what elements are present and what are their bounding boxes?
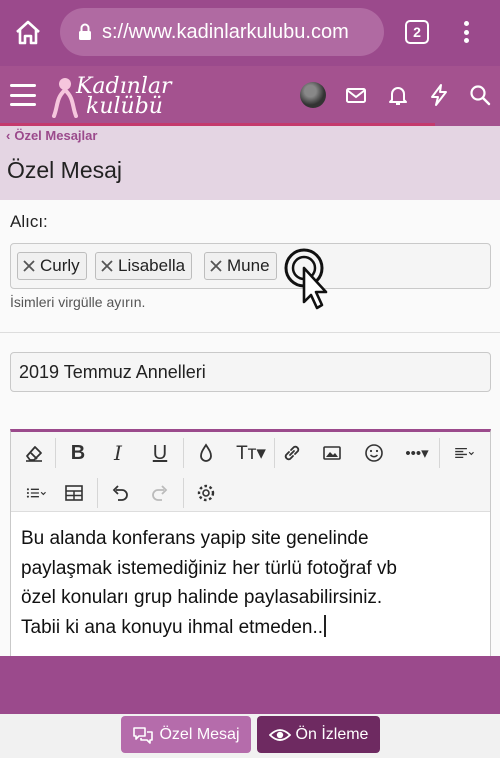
toolbar-separator: [55, 438, 56, 468]
site-logo[interactable]: Kadınlar kulübü: [50, 72, 180, 122]
editor-content[interactable]: Bu alanda konferans yapip site genelinde…: [21, 524, 481, 642]
chevron-left-icon: ‹: [6, 128, 11, 143]
image-icon[interactable]: [317, 438, 347, 468]
subject-input[interactable]: 2019 Temmuz Annelleri: [10, 352, 491, 392]
lock-icon: [79, 23, 91, 40]
list-icon[interactable]: [17, 478, 55, 508]
keyboard-overlay-band: [0, 656, 500, 714]
text-color-icon[interactable]: [191, 438, 221, 468]
editor-line: Tabii ki ana konuyu ihmal etmeden..: [21, 616, 324, 638]
editor-line: Bu alanda konferans yapip site genelinde: [21, 528, 369, 549]
recipient-label: Alıcı:: [10, 212, 48, 231]
editor-toolbar: B I U Tт▾ •••▾: [11, 432, 490, 512]
editor-line: özel konuları grup halinde paylasabilirs…: [21, 587, 383, 608]
editor-line: paylaşmak istemediğiniz her türlü fotoğr…: [21, 557, 397, 579]
recipient-name: Mune: [227, 256, 270, 275]
toolbar-separator: [183, 478, 184, 508]
remove-recipient-icon[interactable]: [22, 259, 36, 273]
browser-toolbar: s://www.kadinlarkulubu.com 2: [0, 0, 500, 66]
toolbar-separator: [274, 438, 275, 468]
remove-recipient-icon[interactable]: [209, 259, 223, 273]
message-editor: B I U Tт▾ •••▾ Bu alanda konferans yapip…: [10, 429, 491, 659]
table-icon[interactable]: [59, 478, 89, 508]
breadcrumb[interactable]: ‹ Özel Mesajlar: [6, 128, 97, 143]
recipient-hint: İsimleri virgülle ayırın.: [10, 294, 146, 310]
eraser-icon[interactable]: [19, 438, 49, 468]
eye-icon: [268, 728, 291, 741]
recipient-chip[interactable]: Mune: [204, 252, 277, 280]
recipient-chip[interactable]: Curly: [17, 252, 87, 280]
url-text: s://www.kadinlarkulubu.com: [102, 20, 349, 43]
recipient-input[interactable]: Curly Lisabella Mune: [10, 243, 491, 289]
lightning-icon[interactable]: [427, 83, 451, 107]
home-icon[interactable]: [14, 18, 42, 46]
align-icon[interactable]: [445, 438, 483, 468]
italic-icon[interactable]: I: [103, 438, 133, 468]
smiley-icon[interactable]: [359, 438, 389, 468]
bold-icon[interactable]: B: [63, 438, 93, 468]
remove-recipient-icon[interactable]: [100, 259, 114, 273]
preview-button[interactable]: Ön İzleme: [257, 716, 380, 753]
recipient-name: Curly: [40, 256, 80, 275]
breadcrumb-link[interactable]: Özel Mesajlar: [14, 128, 97, 143]
link-icon[interactable]: [277, 438, 307, 468]
recipient-chip[interactable]: Lisabella: [95, 252, 193, 280]
toolbar-separator: [97, 478, 98, 508]
more-icon[interactable]: •••▾: [397, 438, 437, 468]
settings-icon[interactable]: [191, 478, 221, 508]
undo-icon[interactable]: [105, 478, 135, 508]
browser-menu-icon[interactable]: [458, 18, 474, 46]
redo-icon[interactable]: [145, 478, 175, 508]
text-caret: [324, 614, 327, 637]
toolbar-separator: [439, 438, 440, 468]
send-message-label: Özel Mesaj: [159, 725, 240, 743]
search-icon[interactable]: [468, 83, 492, 107]
pointer-cursor-icon: [284, 248, 328, 310]
font-size-icon[interactable]: Tт▾: [231, 438, 271, 468]
avatar[interactable]: [300, 82, 326, 108]
logo-line2: kulübü: [86, 94, 163, 119]
bell-icon[interactable]: [386, 83, 410, 107]
page-title: Özel Mesaj: [7, 157, 123, 183]
underline-icon[interactable]: U: [145, 438, 175, 468]
preview-label: Ön İzleme: [295, 725, 369, 743]
chat-bubbles-icon: [133, 726, 154, 744]
address-bar[interactable]: s://www.kadinlarkulubu.com: [60, 8, 384, 56]
hamburger-menu-icon[interactable]: [10, 84, 36, 106]
divider: [0, 332, 500, 333]
tab-switcher-button[interactable]: 2: [405, 20, 429, 44]
envelope-icon[interactable]: [344, 83, 368, 107]
site-header: Kadınlar kulübü: [0, 66, 500, 126]
send-message-button[interactable]: Özel Mesaj: [121, 716, 251, 753]
toolbar-separator: [183, 438, 184, 468]
recipient-name: Lisabella: [118, 256, 186, 275]
